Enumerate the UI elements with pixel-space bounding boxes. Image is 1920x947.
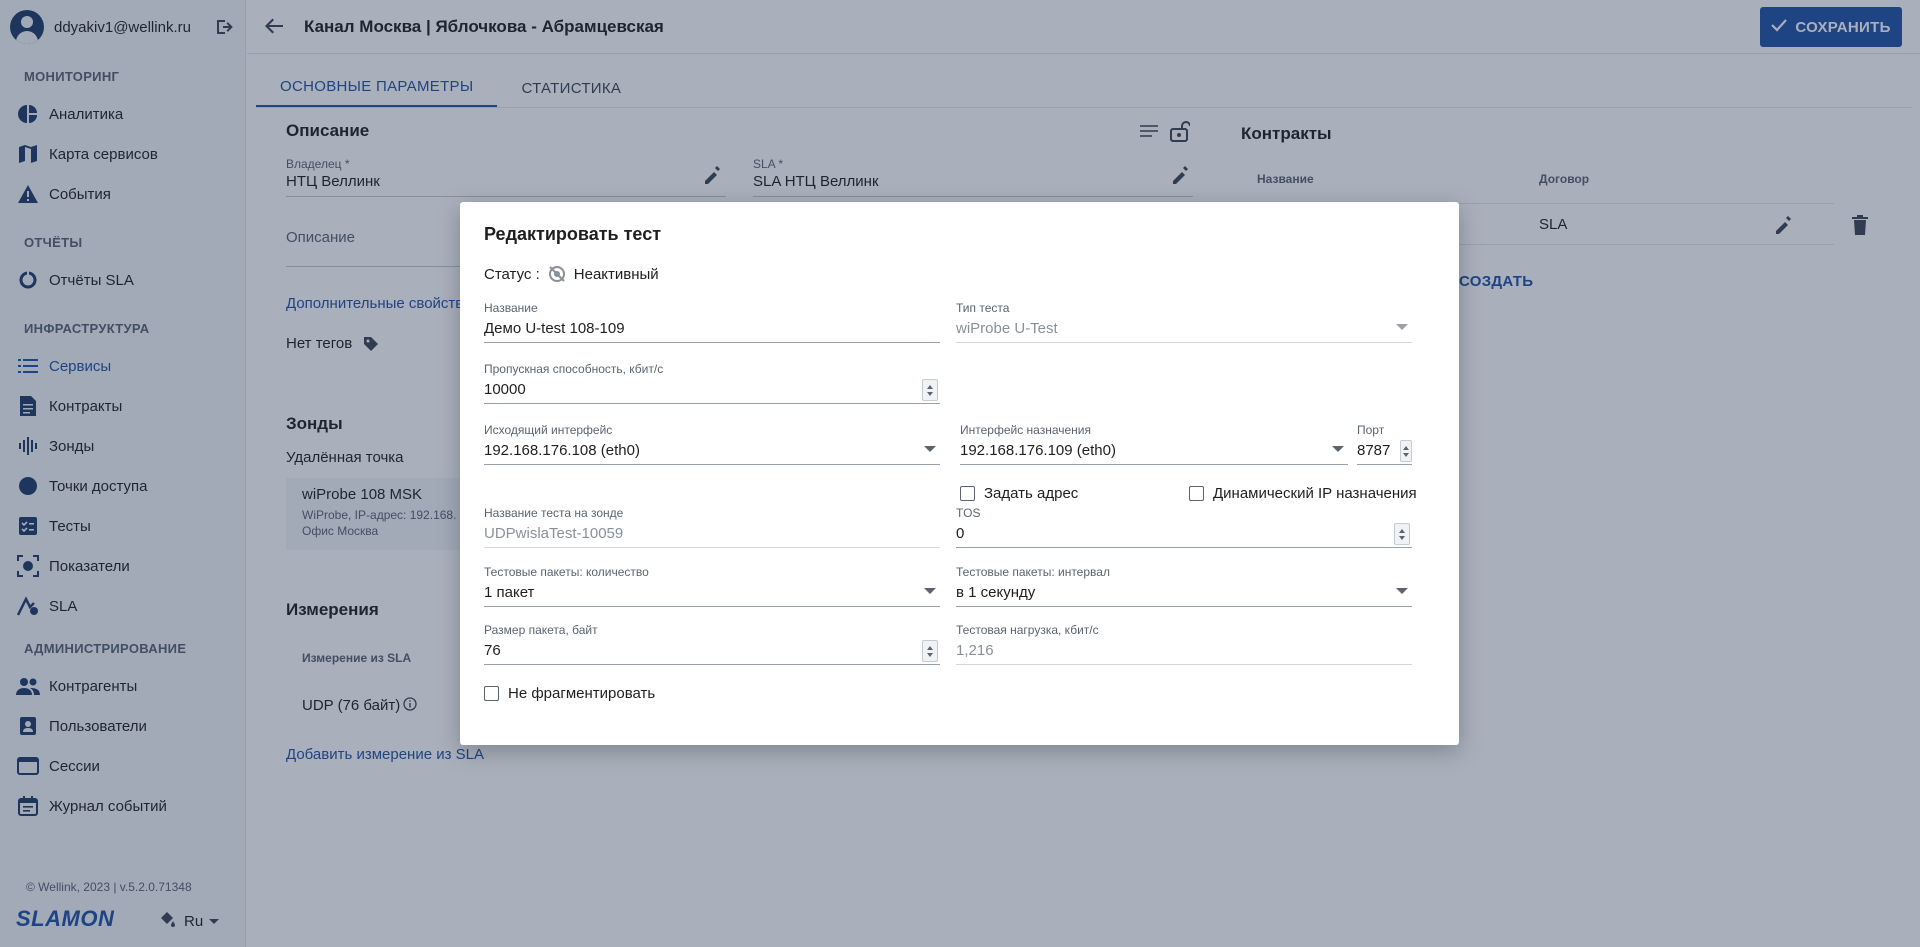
test-load-field: Тестовая нагрузка, кбит/с 1,216 bbox=[956, 622, 1412, 665]
test-type-underline bbox=[956, 342, 1412, 343]
bandwidth-value[interactable]: 10000 bbox=[484, 379, 940, 401]
bandwidth-field[interactable]: Пропускная способность, кбит/с 10000 bbox=[484, 361, 940, 404]
name-value[interactable]: Демо U-test 108-109 bbox=[484, 318, 940, 340]
no-fragment-label: Не фрагментировать bbox=[508, 685, 656, 702]
tos-label: TOS bbox=[956, 506, 981, 520]
dropdown-arrow-icon[interactable] bbox=[1332, 446, 1344, 452]
source-interface-value[interactable]: 192.168.176.108 (eth0) bbox=[484, 440, 940, 462]
bandwidth-underline bbox=[484, 403, 940, 404]
source-interface-select[interactable]: Исходящий интерфейс 192.168.176.108 (eth… bbox=[484, 422, 940, 465]
port-field[interactable]: Порт 8787 bbox=[1357, 422, 1412, 465]
test-load-label: Тестовая нагрузка, кбит/с bbox=[956, 623, 1099, 637]
test-type-label: Тип теста bbox=[956, 301, 1010, 315]
destination-interface-underline bbox=[960, 464, 1348, 465]
packet-count-select[interactable]: Тестовые пакеты: количество 1 пакет bbox=[484, 564, 940, 607]
port-underline bbox=[1357, 464, 1412, 465]
port-label: Порт bbox=[1357, 423, 1385, 437]
name-label: Название bbox=[484, 301, 538, 315]
packet-size-field[interactable]: Размер пакета, байт 76 bbox=[484, 622, 940, 665]
destination-interface-select[interactable]: Интерфейс назначения 192.168.176.109 (et… bbox=[960, 422, 1348, 465]
number-stepper[interactable] bbox=[922, 640, 938, 662]
status-row: Статус : Неактивный bbox=[484, 265, 659, 283]
packet-count-value[interactable]: 1 пакет bbox=[484, 582, 940, 604]
stepper-up-icon[interactable] bbox=[1399, 528, 1405, 533]
inactive-status-icon bbox=[548, 265, 566, 283]
tos-value[interactable]: 0 bbox=[956, 523, 1412, 545]
stepper-down-icon[interactable] bbox=[927, 391, 933, 396]
packet-size-label: Размер пакета, байт bbox=[484, 623, 598, 637]
no-fragment-checkbox[interactable]: Не фрагментировать bbox=[484, 685, 655, 702]
stepper-up-icon[interactable] bbox=[927, 384, 933, 389]
dropdown-arrow-icon[interactable] bbox=[1396, 588, 1408, 594]
source-interface-label: Исходящий интерфейс bbox=[484, 423, 613, 437]
packet-interval-underline bbox=[956, 606, 1412, 607]
name-field[interactable]: Название Демо U-test 108-109 bbox=[484, 300, 940, 343]
dynamic-ip-label: Динамический IP назначения bbox=[1213, 485, 1417, 502]
number-stepper[interactable] bbox=[922, 379, 938, 401]
test-type-select: Тип теста wiProbe U-Test bbox=[956, 300, 1412, 343]
set-address-checkbox[interactable]: Задать адрес bbox=[960, 485, 1078, 502]
dropdown-arrow-icon[interactable] bbox=[924, 588, 936, 594]
probe-test-name-field: Название теста на зонде UDPwislaTest-100… bbox=[484, 505, 940, 548]
checkbox-box[interactable] bbox=[960, 486, 975, 501]
stepper-up-icon[interactable] bbox=[1403, 445, 1409, 450]
dynamic-ip-checkbox[interactable]: Динамический IP назначения bbox=[1189, 485, 1417, 502]
packet-count-label: Тестовые пакеты: количество bbox=[484, 565, 649, 579]
test-type-value: wiProbe U-Test bbox=[956, 320, 1058, 337]
stepper-down-icon[interactable] bbox=[1403, 452, 1409, 457]
dropdown-arrow-icon bbox=[1396, 324, 1408, 330]
destination-interface-label: Интерфейс назначения bbox=[960, 423, 1092, 437]
destination-interface-value[interactable]: 192.168.176.109 (eth0) bbox=[960, 440, 1348, 462]
edit-test-dialog: Редактировать тест Статус : Неактивный Н… bbox=[460, 202, 1459, 745]
dropdown-arrow-icon[interactable] bbox=[924, 446, 936, 452]
stepper-down-icon[interactable] bbox=[927, 652, 933, 657]
stepper-down-icon[interactable] bbox=[1399, 535, 1405, 540]
checkbox-box[interactable] bbox=[484, 686, 499, 701]
packet-interval-value[interactable]: в 1 секунду bbox=[956, 582, 1412, 604]
checkbox-box[interactable] bbox=[1189, 486, 1204, 501]
packet-interval-select[interactable]: Тестовые пакеты: интервал в 1 секунду bbox=[956, 564, 1412, 607]
set-address-label: Задать адрес bbox=[984, 485, 1079, 502]
packet-count-underline bbox=[484, 606, 940, 607]
probe-test-name-value: UDPwislaTest-10059 bbox=[484, 525, 624, 542]
packet-size-value[interactable]: 76 bbox=[484, 640, 940, 662]
number-stepper[interactable] bbox=[1400, 440, 1412, 462]
name-underline bbox=[484, 342, 940, 343]
tos-underline bbox=[956, 547, 1412, 548]
bandwidth-label: Пропускная способность, кбит/с bbox=[484, 362, 664, 376]
packet-size-underline bbox=[484, 664, 940, 665]
number-stepper[interactable] bbox=[1394, 523, 1410, 545]
probe-test-name-label: Название теста на зонде bbox=[484, 506, 624, 520]
packet-interval-label: Тестовые пакеты: интервал bbox=[956, 565, 1110, 579]
stepper-up-icon[interactable] bbox=[927, 645, 933, 650]
source-interface-underline bbox=[484, 464, 940, 465]
tos-field[interactable]: TOS 0 bbox=[956, 505, 1412, 548]
probe-test-name-underline bbox=[484, 547, 940, 548]
test-load-value: 1,216 bbox=[956, 642, 994, 659]
status-value: Неактивный bbox=[573, 265, 659, 283]
dialog-title: Редактировать тест bbox=[484, 224, 662, 244]
status-label: Статус : bbox=[484, 265, 540, 283]
test-load-underline bbox=[956, 664, 1412, 665]
